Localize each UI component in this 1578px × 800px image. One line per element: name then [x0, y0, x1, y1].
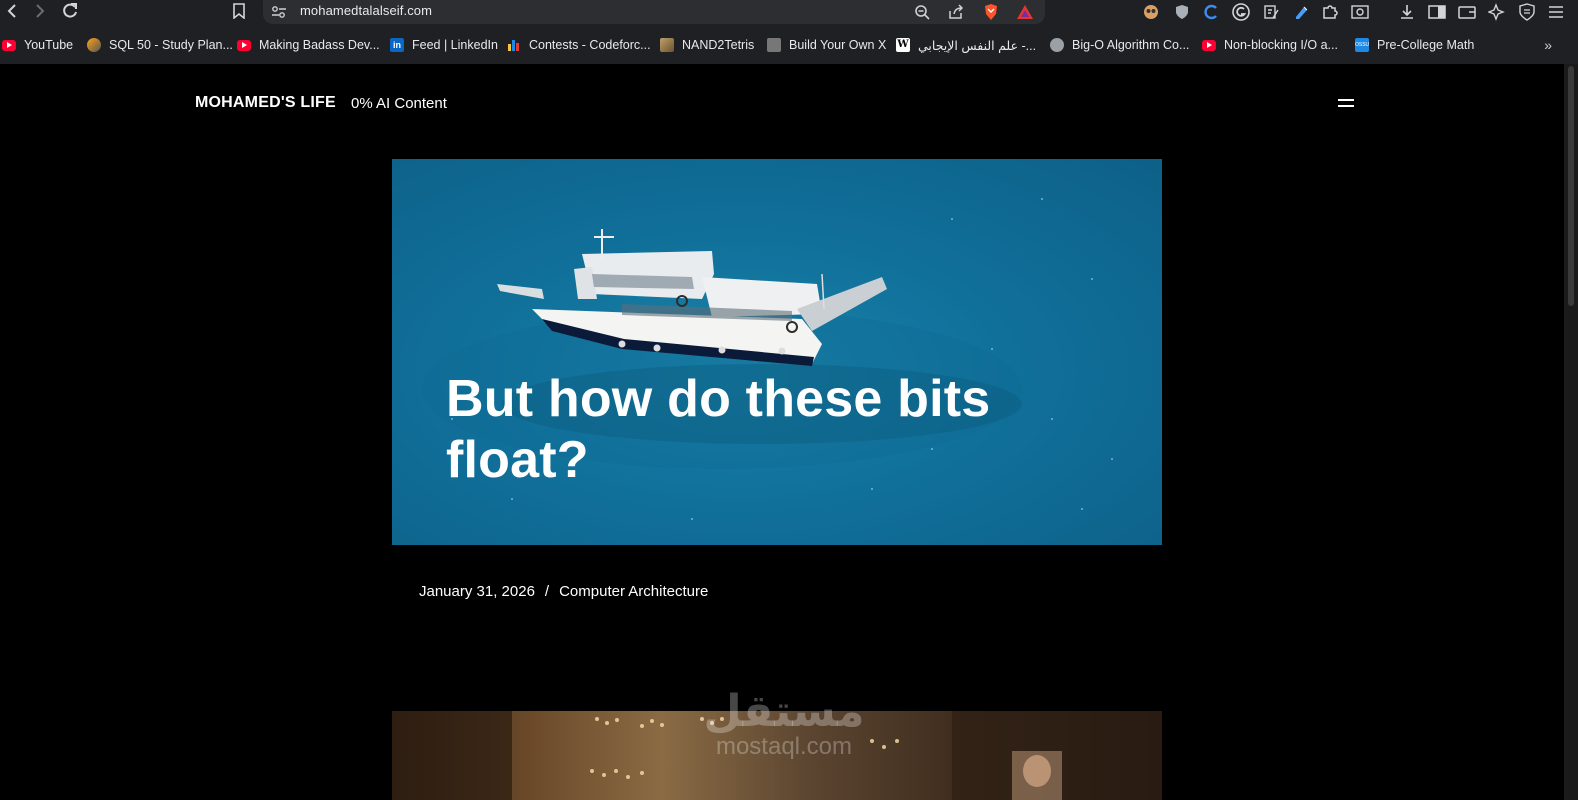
- grammarly-icon[interactable]: [1230, 1, 1252, 23]
- bookmark-build-your-own-x[interactable]: Build Your Own X: [767, 36, 886, 54]
- github-icon: [767, 38, 781, 52]
- bookmark-codeforces[interactable]: Contests - Codeforc...: [507, 36, 651, 54]
- url-text[interactable]: mohamedtalalseif.com: [300, 3, 432, 18]
- brave-rewards-icon[interactable]: [1015, 2, 1035, 22]
- ossu-icon: OSSU: [1355, 38, 1369, 52]
- linkedin-icon: in: [390, 38, 404, 52]
- address-bar[interactable]: mohamedtalalseif.com: [263, 0, 1045, 24]
- page-scrollbar[interactable]: [1564, 64, 1578, 800]
- globe-icon: [1050, 38, 1064, 52]
- site-header: MOHAMED'S LIFE 0% AI Content: [0, 64, 1564, 144]
- youtube-icon: [1202, 39, 1216, 51]
- leo-ai-icon[interactable]: [1486, 1, 1508, 23]
- codeforces-icon: [507, 38, 521, 52]
- leetcode-icon: [87, 38, 101, 52]
- forward-icon[interactable]: [28, 0, 52, 22]
- next-post-image[interactable]: [392, 711, 1162, 800]
- sidebar-icon[interactable]: [1426, 1, 1448, 23]
- notes-extension-icon[interactable]: [1260, 1, 1282, 23]
- youtube-icon: [237, 39, 251, 51]
- bookmark-page-icon[interactable]: [227, 0, 251, 22]
- nand2tetris-icon: [660, 38, 674, 52]
- bookmark-making-badass-dev[interactable]: Making Badass Dev...: [237, 36, 380, 54]
- wallet-icon[interactable]: [1456, 1, 1478, 23]
- bookmark-linkedin[interactable]: in Feed | LinkedIn: [390, 36, 498, 54]
- scrollbar-thumb[interactable]: [1568, 66, 1574, 306]
- youtube-icon: [2, 39, 16, 51]
- share-icon[interactable]: [946, 2, 966, 22]
- privacy-shield-icon[interactable]: [1171, 1, 1193, 23]
- bookmark-non-blocking-io[interactable]: Non-blocking I/O a...: [1202, 36, 1338, 54]
- interior-scene: [392, 711, 1162, 800]
- screenshot-icon[interactable]: [1349, 1, 1371, 23]
- meta-separator: /: [544, 583, 550, 600]
- site-settings-icon[interactable]: [269, 2, 289, 22]
- site-title[interactable]: MOHAMED'S LIFE: [195, 94, 336, 112]
- browser-toolbar: mohamedtalalseif.com: [0, 0, 1578, 28]
- post-category-link[interactable]: Computer Architecture: [559, 583, 708, 600]
- vpn-icon[interactable]: [1516, 1, 1538, 23]
- main-menu-icon[interactable]: [1545, 1, 1567, 23]
- extension-avatar-icon[interactable]: [1140, 1, 1162, 23]
- bookmark-big-o[interactable]: Big-O Algorithm Co...: [1050, 36, 1189, 54]
- post-date[interactable]: January 31, 2026: [419, 583, 535, 600]
- post-meta: January 31, 2026 / Computer Architecture: [419, 583, 708, 600]
- bookmark-pre-college-math[interactable]: OSSU Pre-College Math: [1355, 36, 1474, 54]
- reload-icon[interactable]: [58, 0, 82, 22]
- post-title[interactable]: But how do these bits float?: [446, 369, 1066, 491]
- brave-shields-icon[interactable]: [981, 2, 1001, 22]
- zoom-icon[interactable]: [912, 2, 932, 22]
- extensions-puzzle-icon[interactable]: [1319, 1, 1341, 23]
- bookmark-sql50[interactable]: SQL 50 - Study Plan...: [87, 36, 233, 54]
- more-bookmarks-button[interactable]: »: [1544, 37, 1552, 53]
- back-icon[interactable]: [0, 0, 24, 22]
- bookmark-nand2tetris[interactable]: NAND2Tetris: [660, 36, 754, 54]
- featured-image[interactable]: But how do these bits float?: [392, 159, 1162, 545]
- highlighter-icon[interactable]: [1290, 1, 1312, 23]
- bookmark-positive-psychology[interactable]: W علم النفس الإيجابي -...: [896, 36, 1036, 54]
- site-tagline: 0% AI Content: [351, 95, 447, 112]
- bookmark-youtube[interactable]: YouTube: [2, 36, 73, 54]
- refresh-extension-icon[interactable]: [1200, 1, 1222, 23]
- bookmarks-bar: YouTube SQL 50 - Study Plan... Making Ba…: [0, 28, 1578, 64]
- wikipedia-icon: W: [896, 38, 910, 52]
- downloads-icon[interactable]: [1396, 1, 1418, 23]
- menu-toggle-icon[interactable]: [1338, 97, 1356, 109]
